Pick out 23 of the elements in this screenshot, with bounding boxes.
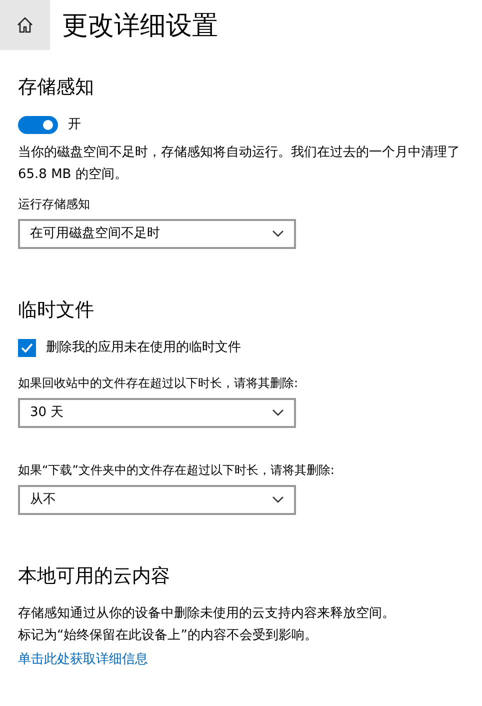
checkbox[interactable] bbox=[18, 339, 36, 357]
checkbox-label: 删除我的应用未在使用的临时文件 bbox=[46, 339, 241, 357]
home-icon bbox=[16, 16, 34, 34]
chevron-down-icon bbox=[272, 230, 284, 238]
dropdown[interactable]: 30 天 bbox=[18, 398, 296, 428]
section-heading: 存储感知 bbox=[18, 75, 95, 100]
dropdown[interactable]: 从不 bbox=[18, 485, 296, 515]
description-text: 当你的磁盘空间不足时，存储感知将自动运行。我们在过去的一个月中清理了 65.8 MB 的空间。 bbox=[18, 144, 461, 184]
section-heading: 本地可用的云内容 bbox=[18, 564, 171, 589]
chevron-down-icon bbox=[272, 409, 284, 417]
section-heading: 临时文件 bbox=[18, 298, 95, 323]
field-label: 如果回收站中的文件存在超过以下时长，请将其删除: bbox=[18, 375, 300, 392]
home-button[interactable] bbox=[0, 0, 50, 50]
page-title: 更改详细设置 bbox=[62, 10, 218, 42]
toggle-switch[interactable] bbox=[18, 116, 58, 134]
chevron-down-icon bbox=[272, 496, 284, 504]
details-link[interactable]: 单击此处获取详细信息 bbox=[18, 652, 148, 667]
description-text: 存储感知通过从你的设备中删除未使用的云支持内容来释放空间。 bbox=[18, 605, 396, 623]
field-label: 运行存储感知 bbox=[18, 196, 91, 213]
field-label: 如果“下载”文件夹中的文件存在超过以下时长，请将其删除: bbox=[18, 462, 336, 479]
toggle-label: 开 bbox=[68, 116, 81, 134]
dropdown[interactable]: 在可用磁盘空间不足时 bbox=[18, 219, 296, 249]
description-text: 标记为“始终保留在此设备上”的内容不会受到影响。 bbox=[18, 627, 318, 645]
